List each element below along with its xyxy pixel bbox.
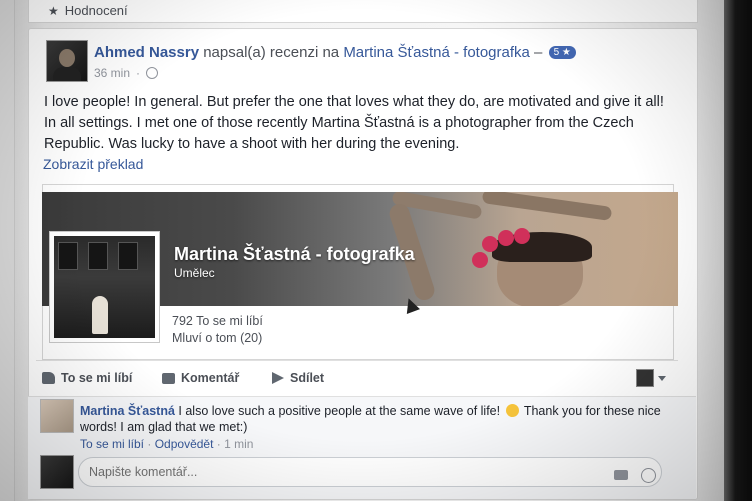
page-likes: 792 To se mi líbí	[172, 314, 263, 328]
page-talking: Mluví o tom (20)	[172, 331, 263, 345]
monitor-bezel	[724, 0, 752, 501]
comment-meta: To se mi líbí · Odpovědět · 1 min	[80, 437, 254, 451]
like-icon	[42, 372, 55, 384]
author-name[interactable]: Ahmed Nassry	[94, 44, 199, 61]
comment-label: Komentář	[181, 371, 240, 385]
comment-icon	[162, 372, 175, 384]
smiley-icon	[505, 404, 519, 417]
comment-author[interactable]: Martina Šťastná	[80, 404, 175, 418]
translate-link[interactable]: Zobrazit překlad	[43, 156, 143, 172]
camera-icon[interactable]	[614, 470, 628, 480]
like-label: To se mi líbí	[61, 371, 133, 385]
action-text: napsal(a) recenzi na	[203, 44, 340, 61]
rating-badge: 5 ★	[548, 46, 576, 59]
comment-button[interactable]: Komentář	[162, 371, 239, 385]
chevron-down-icon	[658, 375, 666, 381]
left-column	[0, 0, 15, 501]
section-header: ★ Hodnocení	[48, 3, 128, 18]
page-category: Umělec	[174, 266, 215, 280]
comment-time[interactable]: 1 min	[224, 437, 253, 451]
page-link[interactable]: Martina Šťastná - fotografka	[343, 44, 530, 61]
actions-bar: To se mi líbí Komentář Sdílet	[36, 360, 678, 397]
like-button[interactable]: To se mi líbí	[42, 371, 132, 385]
post-time[interactable]: 36 min	[94, 66, 130, 80]
viewer-avatar-large	[40, 455, 74, 489]
post-as-selector[interactable]	[636, 369, 666, 387]
emoji-icon[interactable]	[641, 468, 656, 483]
share-icon	[272, 372, 284, 384]
page-profile-photo[interactable]	[49, 231, 160, 343]
globe-icon[interactable]	[146, 67, 159, 79]
page-name[interactable]: Martina Šťastná - fotografka	[174, 244, 415, 265]
commenter-avatar[interactable]	[40, 399, 74, 433]
share-label: Sdílet	[290, 371, 325, 385]
previous-card	[28, 0, 698, 23]
post-body: I love people! In general. But prefer th…	[44, 94, 664, 152]
viewer-avatar	[636, 369, 654, 387]
post-header: Ahmed Nassry napsal(a) recenzi na Martin…	[94, 44, 576, 61]
comment-input[interactable]	[78, 457, 662, 487]
comment-body: Martina Šťastná I also love such a posit…	[80, 403, 672, 435]
comment-text-1: I also love such a positive people at th…	[178, 404, 501, 418]
author-avatar[interactable]	[46, 40, 88, 82]
share-button[interactable]: Sdílet	[272, 371, 324, 385]
post-meta: 36 min ·	[94, 66, 159, 80]
comment-reply-link[interactable]: Odpovědět	[155, 437, 214, 451]
comment-like-link[interactable]: To se mi líbí	[80, 437, 144, 451]
section-label: Hodnocení	[64, 3, 128, 18]
star-icon: ★	[48, 3, 59, 18]
separator: –	[534, 44, 543, 61]
